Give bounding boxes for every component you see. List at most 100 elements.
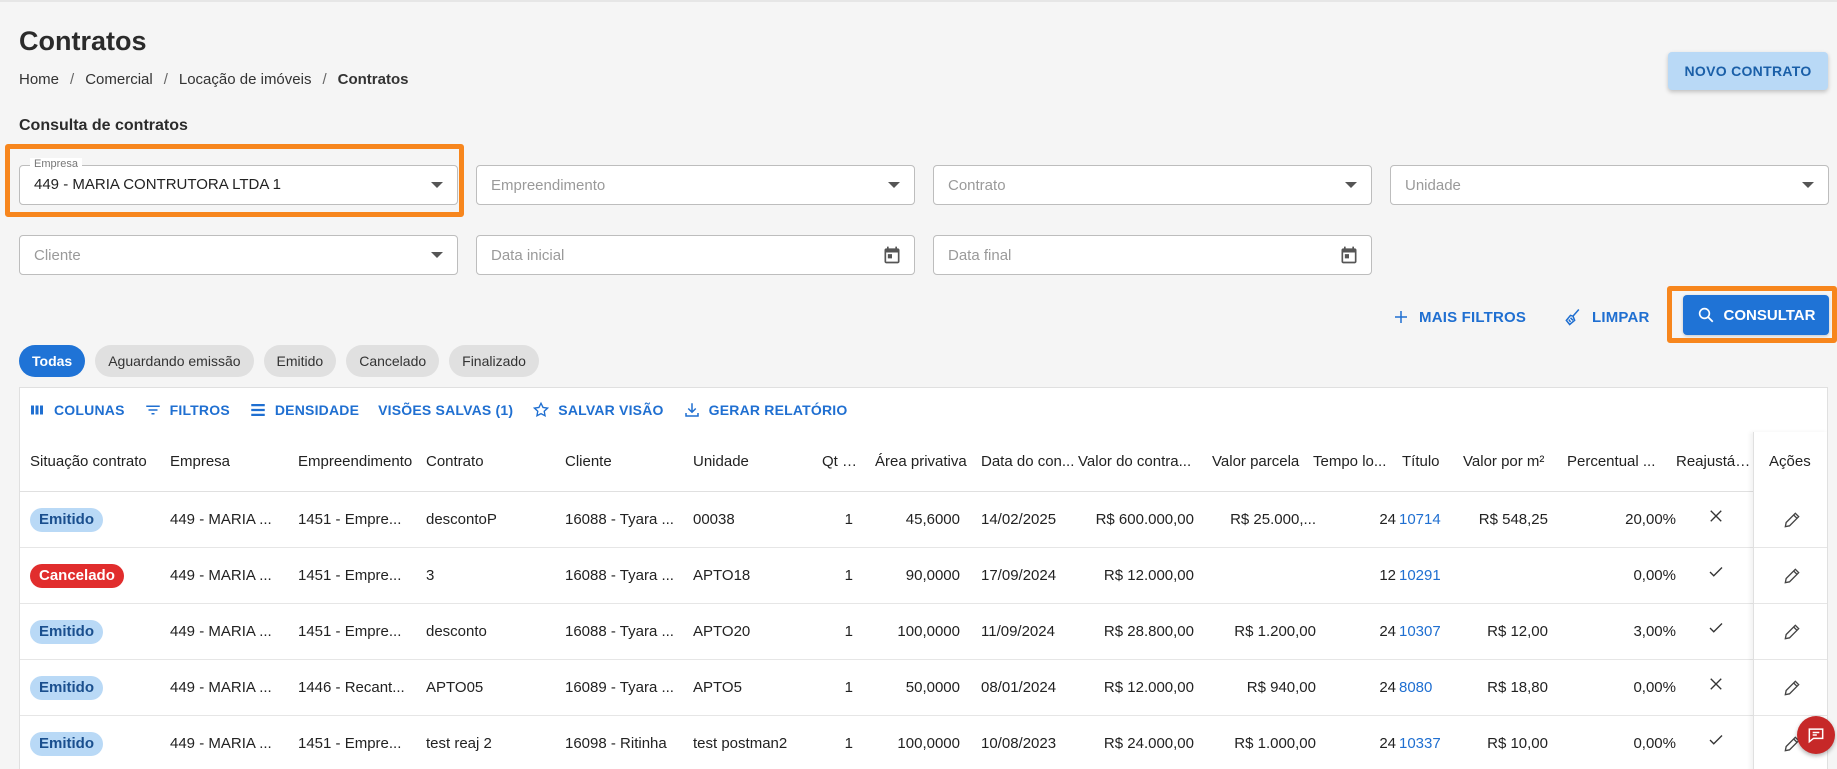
cell-titulo[interactable]: 10307 — [1399, 604, 1459, 659]
data-inicial-field[interactable]: Data inicial — [476, 235, 915, 275]
chip-todas[interactable]: Todas — [19, 345, 86, 377]
cell-unidade: APTO18 — [693, 567, 751, 584]
salvar-visao-label: SALVAR VISÃO — [558, 402, 664, 418]
column-header-acoes[interactable]: Ações — [1769, 432, 1827, 492]
column-header-empreendimento[interactable]: Empreendimento — [298, 432, 426, 492]
status-badge: Emitido — [30, 676, 103, 701]
cell-data: 08/01/2024 — [981, 679, 1057, 696]
cell-valor-m2: R$ 12,00 — [1487, 623, 1548, 640]
chat-icon — [1808, 728, 1824, 744]
cell-tempo: 24 — [1379, 511, 1396, 528]
cell-unidade: 00038 — [693, 511, 735, 528]
column-header-valor-m2[interactable]: Valor por m² — [1463, 432, 1559, 492]
column-header-valor-parcela[interactable]: Valor parcela — [1212, 432, 1324, 492]
gerar-relatorio-button[interactable]: GERAR RELATÓRIO — [683, 401, 848, 419]
chevron-down-icon — [1802, 182, 1814, 188]
cell-contrato: APTO05 — [426, 679, 484, 696]
status-chips: Todas Aguardando emissão Emitido Cancela… — [19, 345, 539, 377]
visoes-salvas-button[interactable]: VISÕES SALVAS (1) — [378, 402, 513, 418]
cell-cliente: 16089 - Tyara ... — [565, 679, 674, 696]
column-header-qt[interactable]: Qt u... — [822, 432, 862, 492]
visoes-salvas-label: VISÕES SALVAS (1) — [378, 402, 514, 418]
cell-situacao: Emitido — [30, 492, 165, 547]
cell-titulo[interactable]: 10291 — [1399, 548, 1459, 603]
column-header-empresa[interactable]: Empresa — [170, 432, 293, 492]
column-header-area[interactable]: Área privativa — [875, 432, 978, 492]
table-row[interactable]: Cancelado 449 - MARIA ... 1451 - Empre... 3… — [20, 548, 1827, 604]
data-final-placeholder: Data final — [948, 247, 1012, 264]
calendar-icon[interactable] — [1339, 245, 1359, 265]
column-header-valor-contrato[interactable]: Valor do contra... — [1078, 432, 1202, 492]
filtros-button[interactable]: FILTROS — [144, 401, 230, 419]
calendar-icon[interactable] — [882, 245, 902, 265]
data-final-field[interactable]: Data final — [933, 235, 1372, 275]
column-header-reajustavel[interactable]: Reajustável — [1676, 432, 1752, 492]
cell-empresa: 449 - MARIA ... — [170, 735, 272, 752]
table-row[interactable]: Emitido 449 - MARIA ... 1451 - Empre... tes… — [20, 716, 1827, 769]
cell-valor-parcela: R$ 1.200,00 — [1234, 623, 1316, 640]
cell-percentual: 0,00% — [1633, 567, 1676, 584]
breadcrumb: Home / Comercial / Locação de imóveis / … — [19, 71, 408, 88]
table-row[interactable]: Emitido 449 - MARIA ... 1451 - Empre... des… — [20, 604, 1827, 660]
check-icon — [1707, 549, 1725, 603]
colunas-button[interactable]: COLUNAS — [28, 401, 125, 419]
cliente-select[interactable]: Cliente — [19, 235, 458, 275]
cell-area: 45,6000 — [905, 511, 960, 528]
empreendimento-select[interactable]: Empreendimento — [476, 165, 915, 205]
consultar-button[interactable]: CONSULTAR — [1683, 295, 1829, 335]
cell-situacao: Emitido — [30, 660, 165, 715]
cell-cliente: 16088 - Tyara ... — [565, 623, 674, 640]
mais-filtros-label: MAIS FILTROS — [1419, 308, 1527, 326]
novo-contrato-button[interactable]: NOVO CONTRATO — [1668, 52, 1828, 90]
pencil-icon[interactable] — [1782, 566, 1802, 586]
column-header-data[interactable]: Data do con... — [981, 432, 1084, 492]
status-badge: Cancelado — [30, 564, 124, 589]
edit-action-cell — [1754, 660, 1827, 716]
cell-area: 90,0000 — [905, 567, 960, 584]
pencil-icon[interactable] — [1782, 510, 1802, 530]
unidade-select[interactable]: Unidade — [1390, 165, 1829, 205]
cell-contrato: descontoP — [426, 511, 497, 528]
contrato-select[interactable]: Contrato — [933, 165, 1372, 205]
column-header-unidade[interactable]: Unidade — [693, 432, 816, 492]
cell-titulo[interactable]: 10337 — [1399, 716, 1459, 769]
column-header-cliente[interactable]: Cliente — [565, 432, 693, 492]
check-icon — [1707, 605, 1725, 659]
column-header-tempo[interactable]: Tempo lo... — [1313, 432, 1404, 492]
grid-toolbar: COLUNAS FILTROS DENSIDADE VISÕES SALVAS … — [20, 388, 1827, 432]
breadcrumb-locacao[interactable]: Locação de imóveis — [179, 71, 312, 88]
column-header-titulo[interactable]: Título — [1402, 432, 1470, 492]
cell-reajustavel — [1680, 604, 1752, 659]
chip-cancelado[interactable]: Cancelado — [346, 345, 440, 377]
cell-titulo[interactable]: 8080 — [1399, 660, 1459, 715]
cell-area: 50,0000 — [905, 679, 960, 696]
table-row[interactable]: Emitido 449 - MARIA ... 1451 - Empre... des… — [20, 492, 1827, 548]
chevron-down-icon — [431, 252, 443, 258]
cell-empresa: 449 - MARIA ... — [170, 623, 272, 640]
colunas-label: COLUNAS — [54, 402, 125, 418]
column-header-percentual[interactable]: Percentual ... — [1567, 432, 1687, 492]
cell-situacao: Emitido — [30, 604, 165, 659]
column-header-contrato[interactable]: Contrato — [426, 432, 564, 492]
cell-empresa: 449 - MARIA ... — [170, 511, 272, 528]
chat-support-button[interactable] — [1797, 716, 1835, 754]
pencil-icon[interactable] — [1782, 678, 1802, 698]
salvar-visao-button[interactable]: SALVAR VISÃO — [532, 401, 663, 419]
column-header-situacao[interactable]: Situação contrato — [30, 432, 173, 492]
pencil-icon[interactable] — [1782, 622, 1802, 642]
breadcrumb-comercial[interactable]: Comercial — [85, 71, 153, 88]
chip-aguardando-emissao[interactable]: Aguardando emissão — [95, 345, 254, 377]
star-icon — [533, 401, 550, 418]
table-row[interactable]: Emitido 449 - MARIA ... 1446 - Recant... AP… — [20, 660, 1827, 716]
cell-titulo[interactable]: 10714 — [1399, 492, 1459, 547]
chip-finalizado[interactable]: Finalizado — [449, 345, 539, 377]
cell-valor-contrato: R$ 24.000,00 — [1103, 735, 1194, 752]
mais-filtros-button[interactable]: MAIS FILTROS — [1392, 305, 1526, 329]
edit-action-cell — [1754, 492, 1827, 548]
limpar-button[interactable]: LIMPAR — [1563, 305, 1650, 329]
densidade-button[interactable]: DENSIDADE — [249, 401, 359, 419]
empresa-select[interactable]: Empresa 449 - MARIA CONTRUTORA LTDA 1 — [19, 158, 458, 205]
chip-emitido[interactable]: Emitido — [263, 345, 337, 377]
breadcrumb-home[interactable]: Home — [19, 71, 59, 88]
cell-unidade: APTO5 — [693, 679, 742, 696]
